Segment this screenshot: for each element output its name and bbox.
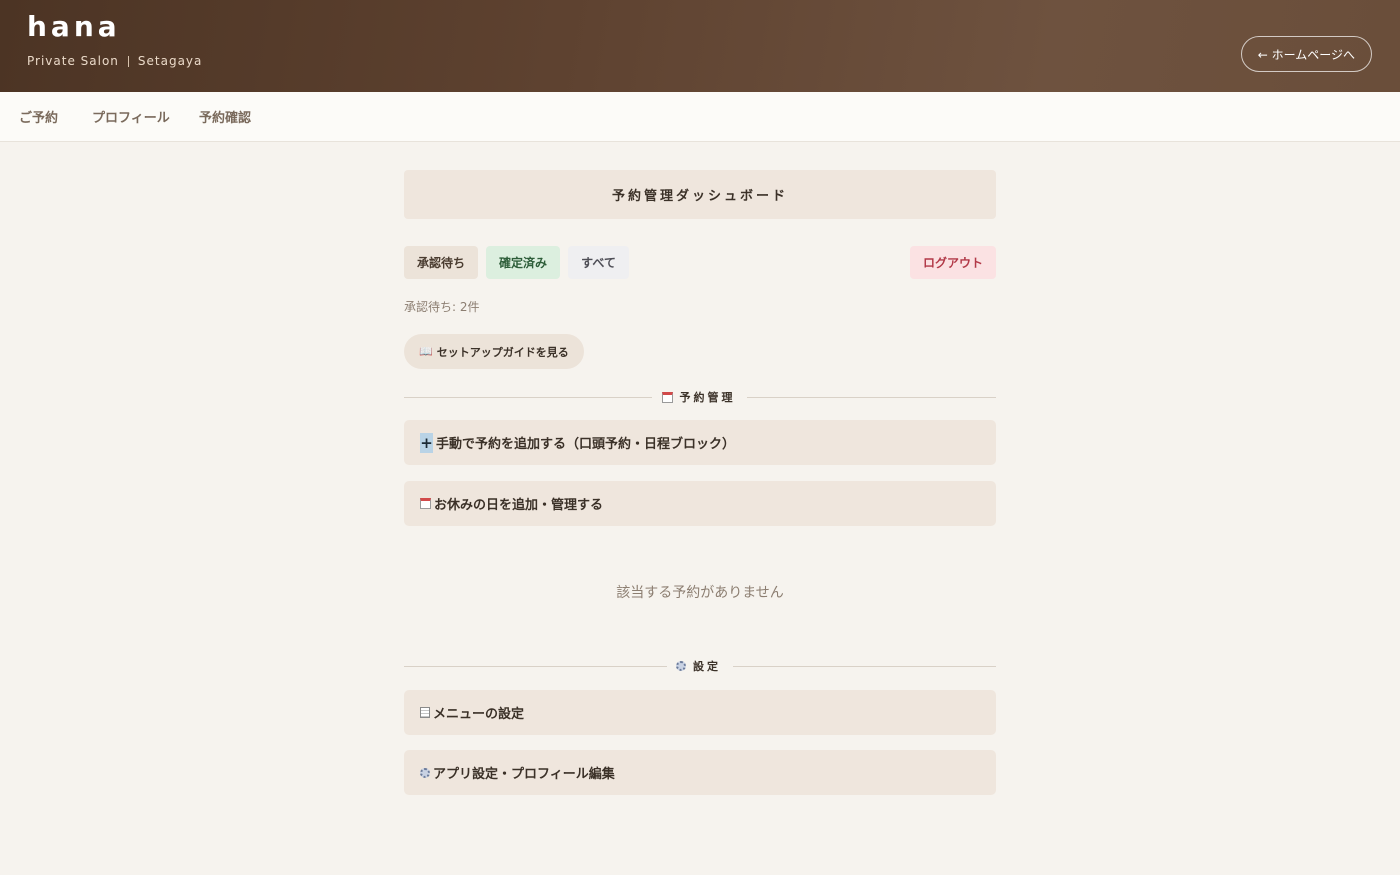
menu-settings-label: メニューの設定 (433, 707, 525, 722)
settings-section-title: 設定 (690, 658, 724, 674)
pending-count: 承認待ち: 2件 (404, 300, 480, 314)
filter-all-button[interactable]: すべて (568, 246, 629, 279)
tagline-name: Private Salon (27, 54, 119, 68)
reservation-section-title: 予約管理 (676, 389, 739, 405)
document-icon (420, 707, 430, 718)
nav-item-reservation-check[interactable]: 予約確認 (199, 107, 251, 126)
settings-section-divider: 設定 (404, 658, 996, 674)
manage-holidays-button[interactable]: お休みの日を追加・管理する (404, 481, 996, 526)
reservation-section-divider: 予約管理 (404, 389, 996, 405)
nav-item-profile[interactable]: プロフィール (92, 107, 170, 126)
site-header: hana Private Salon Setagaya ← ホームページへ (0, 0, 1400, 92)
home-page-button-label: ← ホームページへ (1257, 47, 1355, 62)
plus-icon: + (420, 432, 433, 453)
add-manual-reservation-button[interactable]: + 手動で予約を追加する（口頭予約・日程ブロック） (404, 420, 996, 465)
gear-icon (676, 661, 686, 671)
filter-confirmed-button[interactable]: 確定済み (486, 246, 560, 279)
settings-section-heading: 設定 (404, 658, 996, 674)
nav-bar: ご予約 プロフィール 予約確認 (0, 92, 1400, 142)
calendar-icon (420, 498, 431, 509)
tagline-divider (127, 55, 129, 67)
gear-icon (420, 767, 430, 778)
app-settings-label: アプリ設定・プロフィール編集 (433, 767, 615, 782)
brand-logo[interactable]: hana (27, 10, 121, 43)
menu-settings-button[interactable]: メニューの設定 (404, 690, 996, 735)
nav-item-booking[interactable]: ご予約 (19, 107, 58, 126)
home-page-button[interactable]: ← ホームページへ (1240, 36, 1372, 72)
filter-pending-button[interactable]: 承認待ち (404, 246, 478, 279)
logout-button[interactable]: ログアウト (910, 246, 996, 279)
book-icon: 📖 (419, 345, 433, 358)
empty-reservations-message: 該当する予約がありません (616, 585, 784, 601)
manage-holidays-label: お休みの日を追加・管理する (434, 498, 604, 513)
tagline-location: Setagaya (137, 54, 203, 68)
reservation-section-heading: 予約管理 (404, 389, 996, 405)
tagline: Private Salon Setagaya (27, 54, 202, 68)
add-manual-reservation-label: 手動で予約を追加する（口頭予約・日程ブロック） (436, 437, 736, 452)
page-title: 予約管理ダッシュボード (404, 170, 996, 219)
calendar-icon (661, 391, 673, 403)
setup-guide-button[interactable]: 📖 セットアップガイドを見る (404, 334, 584, 369)
setup-guide-label: セットアップガイドを見る (436, 345, 569, 359)
app-settings-button[interactable]: アプリ設定・プロフィール編集 (404, 750, 996, 795)
